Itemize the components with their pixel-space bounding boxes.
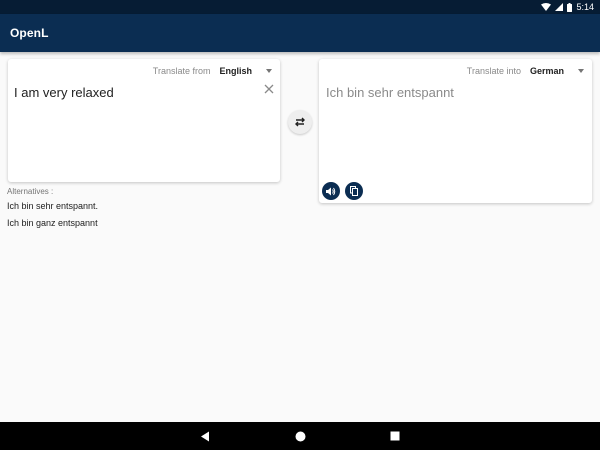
nav-home-button[interactable] [294,430,306,442]
source-language-value: English [219,66,252,76]
copy-icon [350,186,358,196]
status-bar: 5:14 [0,0,600,14]
signal-icon [555,3,564,11]
speaker-icon [326,187,336,195]
source-language-caption: Translate from [152,66,211,76]
battery-icon [567,2,573,12]
chevron-down-icon [266,69,272,73]
target-language-selector[interactable]: Translate into German [467,65,584,77]
alternatives-label: Alternatives : [7,187,54,196]
alternative-item[interactable]: Ich bin ganz entspannt [7,218,98,228]
swap-languages-button[interactable] [288,110,312,134]
speak-button[interactable] [322,182,340,200]
nav-back-button[interactable] [199,430,211,442]
chevron-down-icon [578,69,584,73]
target-language-caption: Translate into [466,66,521,76]
status-time: 5:14 [576,2,594,12]
close-icon [264,84,274,94]
alternative-item[interactable]: Ich bin sehr entspannt. [7,201,98,211]
source-text-input[interactable]: I am very relaxed [14,85,114,100]
clear-button[interactable] [263,83,275,95]
copy-button[interactable] [345,182,363,200]
home-circle-icon [295,431,305,441]
app-bar: OpenL [0,14,600,52]
source-language-selector[interactable]: Translate from English [153,65,272,77]
navigation-bar [0,422,600,450]
back-triangle-icon [201,431,209,441]
nav-recents-button[interactable] [389,430,401,442]
target-language-value: German [529,66,564,76]
app-title: OpenL [10,26,49,40]
source-card: Translate from English I am very relaxed [8,59,280,182]
target-card: Translate into German Ich bin sehr entsp… [319,59,592,203]
translated-text: Ich bin sehr entspannt [326,85,454,100]
recents-square-icon [390,431,400,441]
swap-arrows-icon [295,117,305,127]
wifi-icon [541,3,552,11]
